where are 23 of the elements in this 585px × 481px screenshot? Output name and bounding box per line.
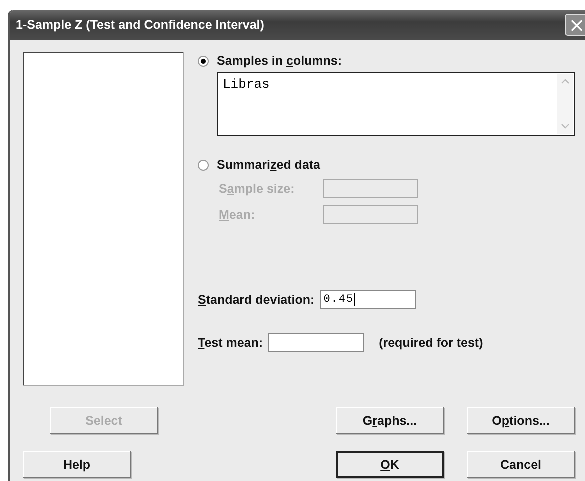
- input-field[interactable]: [323, 205, 418, 224]
- test-mean-label: Test mean:: [198, 336, 264, 350]
- field-label: Mean:: [219, 208, 256, 222]
- dialog-button[interactable]: Help: [23, 451, 131, 478]
- dialog-button[interactable]: OK: [336, 451, 444, 478]
- dialog-button[interactable]: Options...: [467, 407, 575, 434]
- columns-field[interactable]: Libras: [217, 72, 575, 136]
- columns-value: Libras: [222, 76, 270, 92]
- field-label: Sample size:: [219, 182, 296, 196]
- variable-list[interactable]: [23, 52, 184, 386]
- scrollbar[interactable]: [557, 74, 573, 134]
- input-field[interactable]: [323, 179, 418, 198]
- summarized-label: Summarized data: [217, 158, 321, 172]
- radio-button[interactable]: [198, 160, 209, 170]
- std-dev-label: Standard deviation:: [198, 292, 315, 306]
- window-title: 1-Sample Z (Test and Confidence Interval): [16, 18, 264, 32]
- dialog-button[interactable]: Graphs...: [336, 407, 444, 434]
- radio-button[interactable]: [198, 56, 209, 66]
- required-note: (required for test): [379, 336, 484, 350]
- test-mean-field[interactable]: [268, 333, 364, 352]
- std-dev-field[interactable]: 0.45: [320, 290, 416, 309]
- dialog-button[interactable]: Cancel: [467, 451, 575, 478]
- samples-label: Samples in columns:: [217, 54, 342, 68]
